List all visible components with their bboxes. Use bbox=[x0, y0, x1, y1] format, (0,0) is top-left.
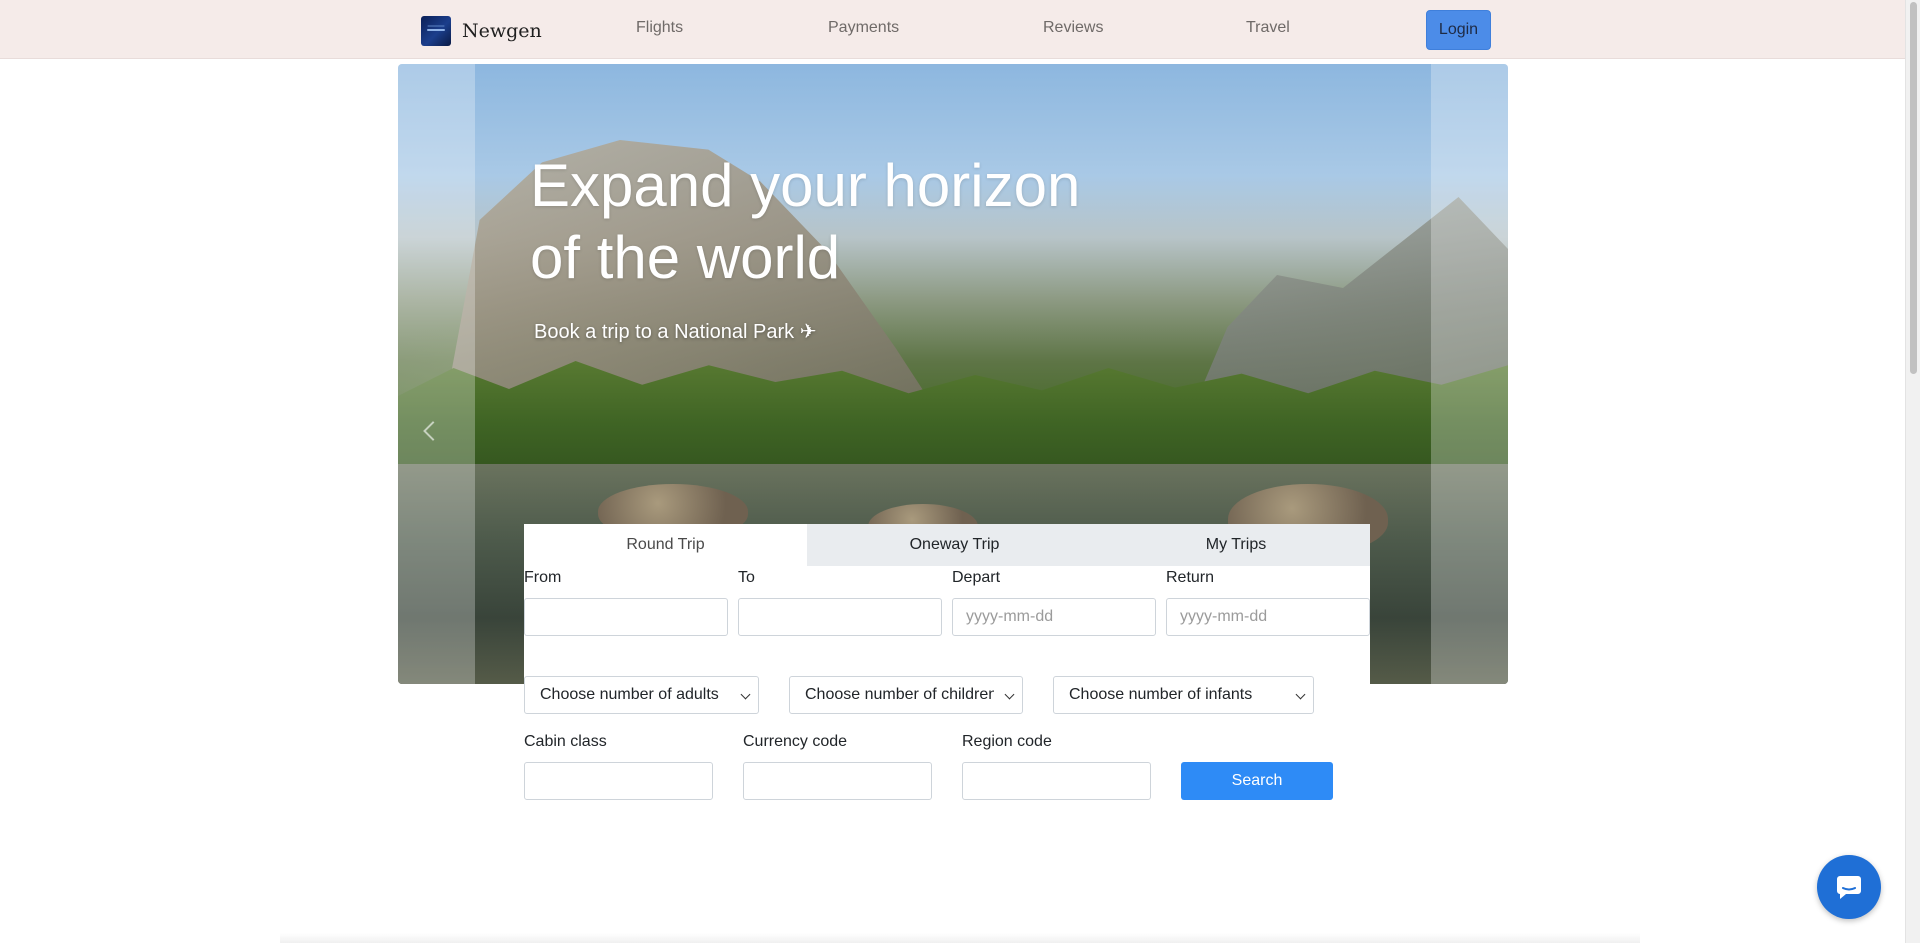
carousel-prev-control[interactable] bbox=[398, 64, 475, 684]
hero-subtitle: Book a trip to a National Park ✈ bbox=[534, 321, 817, 343]
from-label: From bbox=[524, 569, 562, 586]
nav-link-reviews[interactable]: Reviews bbox=[1043, 19, 1103, 37]
depart-date-input[interactable]: yyyy-mm-dd bbox=[952, 598, 1156, 636]
tab-my-trips[interactable]: My Trips bbox=[1102, 524, 1370, 566]
currency-code-label: Currency code bbox=[743, 733, 848, 750]
chat-button[interactable] bbox=[1817, 855, 1881, 919]
from-input[interactable] bbox=[524, 598, 728, 636]
login-button[interactable]: Login bbox=[1426, 10, 1491, 50]
search-button[interactable]: Search bbox=[1181, 762, 1333, 800]
chevron-left-icon bbox=[423, 421, 443, 441]
nav-link-payments[interactable]: Payments bbox=[828, 19, 899, 37]
brand[interactable]: Newgen bbox=[421, 16, 542, 46]
region-code-label: Region code bbox=[962, 733, 1052, 750]
booking-tabs: Round Trip Oneway Trip My Trips bbox=[524, 524, 1370, 566]
adults-select-value: Choose number of adults bbox=[540, 686, 719, 703]
top-navbar: Newgen Flights Payments Reviews Travel L… bbox=[0, 0, 1905, 59]
nav-link-travel[interactable]: Travel bbox=[1246, 19, 1290, 37]
page-scrollbar[interactable] bbox=[1905, 0, 1920, 943]
tab-round-trip[interactable]: Round Trip bbox=[524, 524, 807, 566]
tab-oneway-trip[interactable]: Oneway Trip bbox=[807, 524, 1102, 566]
chevron-down-icon bbox=[1004, 689, 1015, 700]
hero-title: Expand your horizon of the world bbox=[530, 152, 1081, 291]
carousel-next-control[interactable] bbox=[1431, 64, 1508, 684]
to-label: To bbox=[738, 569, 755, 586]
chevron-down-icon bbox=[740, 689, 751, 700]
cabin-class-input[interactable] bbox=[524, 762, 713, 800]
to-input[interactable] bbox=[738, 598, 942, 636]
airline-logo-icon bbox=[421, 16, 451, 46]
cabin-class-label: Cabin class bbox=[524, 733, 607, 750]
chevron-down-icon bbox=[1295, 689, 1306, 700]
nav-link-flights[interactable]: Flights bbox=[636, 19, 683, 37]
brand-name: Newgen bbox=[462, 20, 542, 42]
return-date-input[interactable]: yyyy-mm-dd bbox=[1166, 598, 1370, 636]
depart-label: Depart bbox=[952, 569, 1001, 586]
region-code-input[interactable] bbox=[962, 762, 1151, 800]
chat-bubble-icon bbox=[1837, 876, 1861, 899]
infants-select[interactable]: Choose number of infants bbox=[1053, 676, 1314, 714]
children-select[interactable]: Choose number of children bbox=[789, 676, 1023, 714]
adults-select[interactable]: Choose number of adults bbox=[524, 676, 759, 714]
scrollbar-thumb[interactable] bbox=[1910, 2, 1917, 374]
currency-code-input[interactable] bbox=[743, 762, 932, 800]
children-select-value: Choose number of children bbox=[805, 686, 994, 703]
return-label: Return bbox=[1166, 569, 1215, 586]
footer-shadow bbox=[280, 933, 1640, 943]
infants-select-value: Choose number of infants bbox=[1069, 686, 1253, 703]
